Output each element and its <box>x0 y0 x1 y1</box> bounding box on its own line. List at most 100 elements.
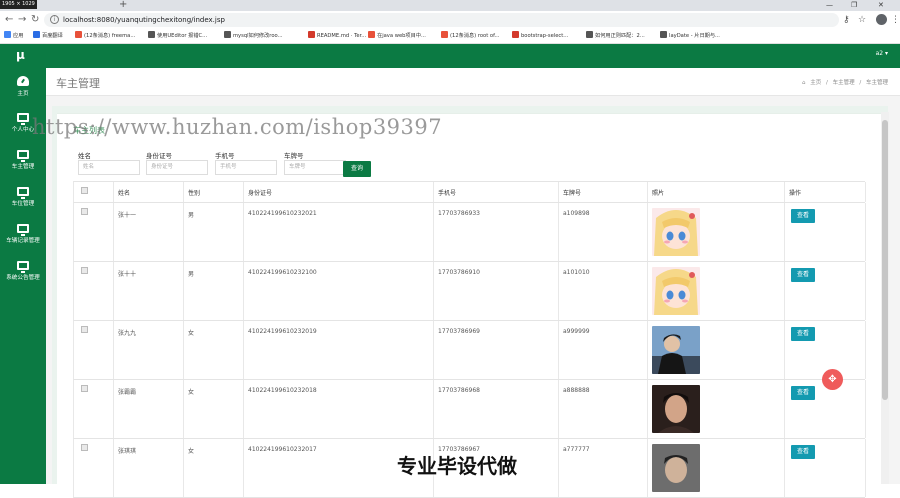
search-button[interactable]: 查询 <box>343 161 371 177</box>
bookmark-item[interactable]: bootstrap-select... <box>512 29 568 44</box>
table-cell-idcard: 410224199610232019 <box>244 321 434 379</box>
bookmark-label: (12条消息) root of... <box>450 33 500 39</box>
info-icon[interactable]: i <box>50 15 59 24</box>
cell-name: 张琪琪 <box>118 448 137 455</box>
view-button[interactable]: 查看 <box>791 209 815 223</box>
table-cell-action: 查看 <box>785 203 866 261</box>
table-cell-name: 张十一 <box>114 203 184 261</box>
bookmark-label: layDate - 片日期与... <box>669 33 720 39</box>
menu-icon[interactable]: ⋮ <box>891 13 900 27</box>
sidebar-item-parking[interactable]: 车位管理 <box>0 183 46 219</box>
reload-icon[interactable]: ↻ <box>31 13 39 27</box>
cell-phone: 17703786969 <box>438 328 480 335</box>
bookmark-label: README.md · Ter... <box>317 33 367 39</box>
cell-phone: 17703786933 <box>438 210 480 217</box>
view-button[interactable]: 查看 <box>791 327 815 341</box>
sidebar-item-records[interactable]: 车辆记录管理 <box>0 220 46 256</box>
cell-gender: 男 <box>188 271 195 278</box>
table-row: 张十十 男 410224199610232100 17703786910 a101010… <box>73 262 866 321</box>
filter-label: 姓名 <box>78 152 91 160</box>
row-checkbox[interactable] <box>81 385 88 392</box>
table-cell-phone: 17703786969 <box>434 321 559 379</box>
column-header-label: 身份证号 <box>248 190 273 197</box>
table-cell-phone: 17703786933 <box>434 203 559 261</box>
page-title: 车主管理 <box>56 77 100 90</box>
page-scrollbar[interactable] <box>881 112 889 484</box>
bookmark-item[interactable]: layDate - 片日期与... <box>660 29 720 44</box>
key-icon[interactable]: ⚷ <box>843 13 850 27</box>
column-header-label: 性别 <box>188 190 201 197</box>
table-row: 张九九 女 410224199610232019 17703786969 a999999… <box>73 321 866 380</box>
bookmark-item[interactable]: 如何用正则匹配：2... <box>586 29 645 44</box>
table-header-cell: 操作 <box>785 182 866 202</box>
sidebar-item-owner[interactable]: 车主管理 <box>0 146 46 182</box>
row-checkbox[interactable] <box>81 326 88 333</box>
forward-icon[interactable]: → <box>18 13 26 27</box>
breadcrumb-home[interactable]: 主页 <box>810 80 821 86</box>
table-header-cell: 照片 <box>648 182 785 202</box>
filter-label: 手机号 <box>215 152 235 160</box>
table-cell-select <box>74 380 114 438</box>
monitor-icon <box>17 113 29 125</box>
bookmark-item[interactable]: (12条消息) freema... <box>75 29 135 44</box>
view-button[interactable]: 查看 <box>791 445 815 459</box>
bookmark-favicon-icon <box>441 31 448 38</box>
table-cell-plate: a101010 <box>559 262 648 320</box>
bookmark-label: bootstrap-select... <box>521 33 569 39</box>
cell-gender: 女 <box>188 330 195 337</box>
profile-avatar-icon[interactable] <box>876 14 887 25</box>
cell-idcard: 410224199610232017 <box>248 446 317 453</box>
maximize-icon[interactable]: ❐ <box>851 0 857 11</box>
address-bar[interactable]: i localhost:8080/yuanqutingchexitong/ind… <box>44 13 839 27</box>
filter-input[interactable]: 姓名 <box>78 160 140 175</box>
browser-tab-strip: 1905 × 1029 + — ❐ ✕ <box>0 0 900 11</box>
minimize-icon[interactable]: — <box>826 0 833 11</box>
close-icon[interactable]: ✕ <box>878 0 884 11</box>
bookmark-favicon-icon <box>308 31 315 38</box>
scrollbar-thumb[interactable] <box>882 120 888 400</box>
filter-label: 车牌号 <box>284 152 304 160</box>
sidebar-item-notices[interactable]: 系统公告管理 <box>0 257 46 293</box>
table-cell-gender: 女 <box>184 439 244 497</box>
user-menu[interactable]: a2 ▾ <box>876 50 888 57</box>
row-checkbox[interactable] <box>81 267 88 274</box>
select-all-checkbox[interactable] <box>81 187 88 194</box>
column-header-label: 姓名 <box>118 190 131 197</box>
floating-action-icon[interactable]: ✥ <box>822 369 843 390</box>
bookmark-favicon-icon <box>224 31 231 38</box>
bookmark-item[interactable]: 百度翻译 <box>33 29 63 44</box>
filter-input[interactable]: 身份证号 <box>146 160 208 175</box>
column-header-label: 手机号 <box>438 190 457 197</box>
bookmark-item[interactable]: 在java web项目中... <box>368 29 426 44</box>
breadcrumb-level2: 车主管理 <box>865 80 888 86</box>
row-checkbox[interactable] <box>81 444 88 451</box>
breadcrumb-level1[interactable]: 车主管理 <box>833 80 855 86</box>
bookmark-item[interactable]: 使用UEditor 报错C... <box>148 29 207 44</box>
bookmarks-bar: 应用 百度翻译 (12条消息) freema... 使用UEditor 报错C... m… <box>0 29 900 44</box>
watermark-url: https://www.huzhan.com/ishop39397 <box>32 115 443 139</box>
app-logo: μ <box>16 48 25 62</box>
sidebar-item-home[interactable]: 主页 <box>0 72 46 108</box>
back-icon[interactable]: ← <box>5 13 13 27</box>
cell-plate: a101010 <box>563 269 590 276</box>
new-tab-button[interactable]: + <box>119 0 127 10</box>
sidebar-item-label: 车辆记录管理 <box>6 238 40 244</box>
bookmark-item[interactable]: (12条消息) root of... <box>441 29 499 44</box>
bookmark-label: 使用UEditor 报错C... <box>157 33 208 39</box>
filter-input[interactable]: 车牌号 <box>284 160 346 175</box>
row-checkbox[interactable] <box>81 208 88 215</box>
view-button[interactable]: 查看 <box>791 386 815 400</box>
view-button[interactable]: 查看 <box>791 268 815 282</box>
bookmark-label: 应用 <box>13 33 24 39</box>
cell-gender: 男 <box>188 212 195 219</box>
table-cell-plate: a109898 <box>559 203 648 261</box>
bookmark-item[interactable]: README.md · Ter... <box>308 29 366 44</box>
bookmark-favicon-icon <box>148 31 155 38</box>
bookmark-item[interactable]: 应用 <box>4 29 23 44</box>
filter-input[interactable]: 手机号 <box>215 160 277 175</box>
bookmark-item[interactable]: mysql如何修改roo... <box>224 29 283 44</box>
bookmark-star-icon[interactable]: ☆ <box>858 13 866 27</box>
owner-photo <box>652 444 700 492</box>
table-header-cell <box>74 182 114 202</box>
sidebar-item-label: 个人中心 <box>11 127 35 133</box>
